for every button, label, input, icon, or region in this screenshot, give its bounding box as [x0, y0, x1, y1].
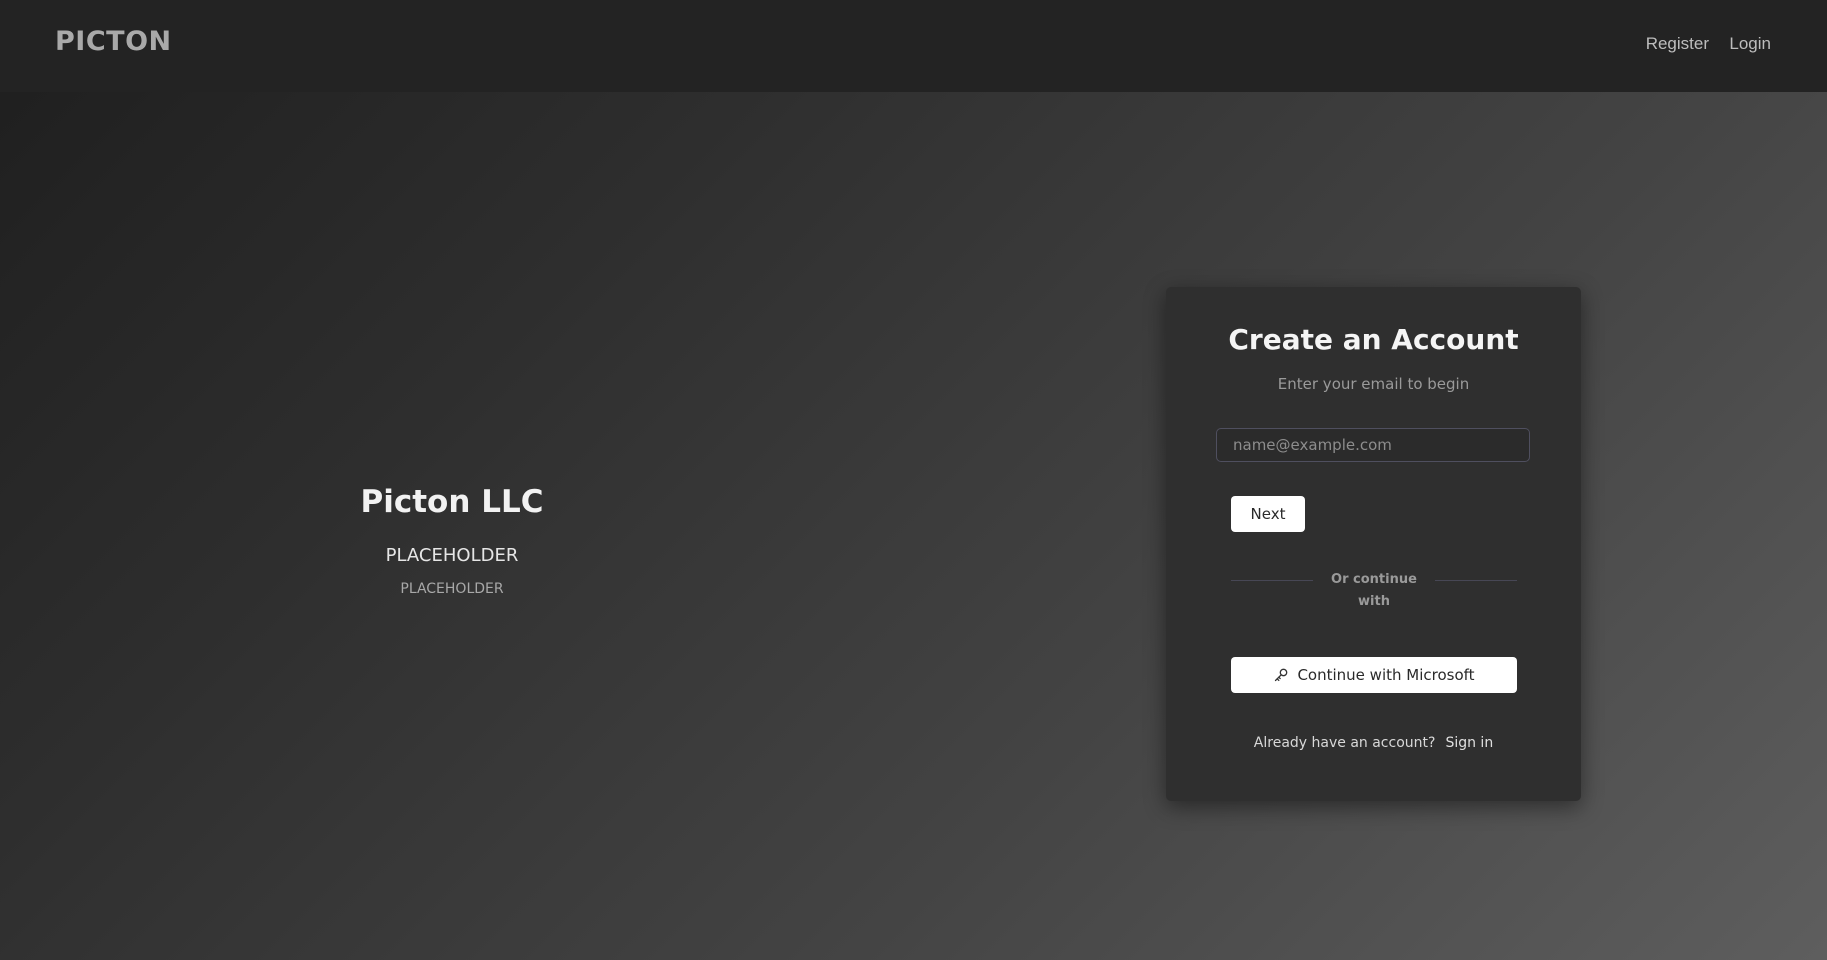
divider-label: Or continue with	[1313, 569, 1435, 609]
hero-caption: PLACEHOLDER	[400, 581, 504, 597]
email-input[interactable]	[1216, 428, 1530, 462]
microsoft-button-label: Continue with Microsoft	[1297, 666, 1475, 684]
brand-logo[interactable]: PICTON	[55, 26, 172, 57]
next-button[interactable]: Next	[1231, 496, 1305, 532]
card-subtitle: Enter your email to begin	[1277, 375, 1470, 393]
card-title: Create an Account	[1228, 323, 1519, 356]
signin-prompt: Already have an account? Sign in	[1166, 735, 1581, 751]
already-have-account-text: Already have an account?	[1253, 735, 1436, 751]
login-link[interactable]: Login	[1729, 34, 1771, 54]
top-navigation-bar: PICTON Register Login	[0, 0, 1827, 92]
company-name: Picton LLC	[360, 484, 544, 520]
continue-with-microsoft-button[interactable]: Continue with Microsoft	[1231, 657, 1517, 693]
hero-subtitle: PLACEHOLDER	[385, 545, 519, 566]
hero-section: Picton LLC PLACEHOLDER PLACEHOLDER	[300, 480, 604, 599]
sign-in-link[interactable]: Sign in	[1445, 735, 1493, 751]
register-link[interactable]: Register	[1646, 34, 1709, 54]
signup-card: Create an Account Enter your email to be…	[1166, 287, 1581, 801]
key-icon	[1273, 667, 1289, 683]
